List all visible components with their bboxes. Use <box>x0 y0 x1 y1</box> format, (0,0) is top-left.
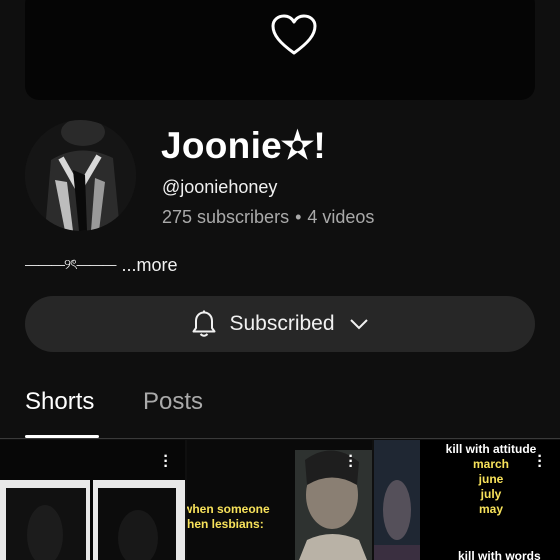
short-thumbnail-1[interactable]: · · · <box>0 440 185 560</box>
more-link[interactable]: ...more <box>121 255 177 276</box>
short-thumbnail-3[interactable]: kill with attitude march june july may k… <box>374 440 560 560</box>
video-count: 4 videos <box>307 207 375 227</box>
bell-icon <box>192 310 216 337</box>
channel-handle: @jooniehoney <box>162 177 278 197</box>
stats-separator: • <box>295 207 302 227</box>
short-2-caption-line-2: then lesbians: <box>187 517 264 531</box>
short-2-caption-line-1: when someone <box>187 502 270 516</box>
short-1-image <box>0 440 185 560</box>
channel-banner <box>25 0 535 100</box>
subscribed-label: Subscribed <box>229 312 335 335</box>
channel-avatar[interactable] <box>25 120 136 231</box>
short-3-menu-icon[interactable]: · · · <box>534 449 546 475</box>
shorts-grid: · · · when someone then lesbians: · · · kill… <box>0 440 560 560</box>
heart-outline-icon[interactable] <box>270 13 318 57</box>
channel-stats: 275 subscribers • 4 videos <box>162 207 374 228</box>
tab-shorts[interactable]: Shorts <box>25 388 94 416</box>
short-1-menu-icon[interactable]: · · · <box>160 449 172 475</box>
short-3-caption-item-4: may <box>478 502 504 516</box>
tabs-divider <box>0 438 560 439</box>
subscribed-button[interactable]: Subscribed <box>25 296 535 352</box>
description-text: ———୨ৎ——— <box>25 256 116 272</box>
chevron-down-icon <box>349 319 368 330</box>
subscriber-count: 275 subscribers <box>162 207 290 227</box>
short-3-caption-item-3: july <box>480 487 502 501</box>
short-2-menu-icon[interactable]: · · · <box>345 449 357 475</box>
channel-name: Joonie✫! <box>161 125 326 166</box>
channel-description[interactable]: ———୨ৎ——— ...more <box>25 253 177 277</box>
short-thumbnail-2[interactable]: when someone then lesbians: · · · <box>187 440 372 560</box>
channel-tabs: Shorts Posts <box>0 380 560 438</box>
short-3-caption-bottom: kill with words <box>458 549 541 560</box>
tab-posts[interactable]: Posts <box>143 388 203 416</box>
